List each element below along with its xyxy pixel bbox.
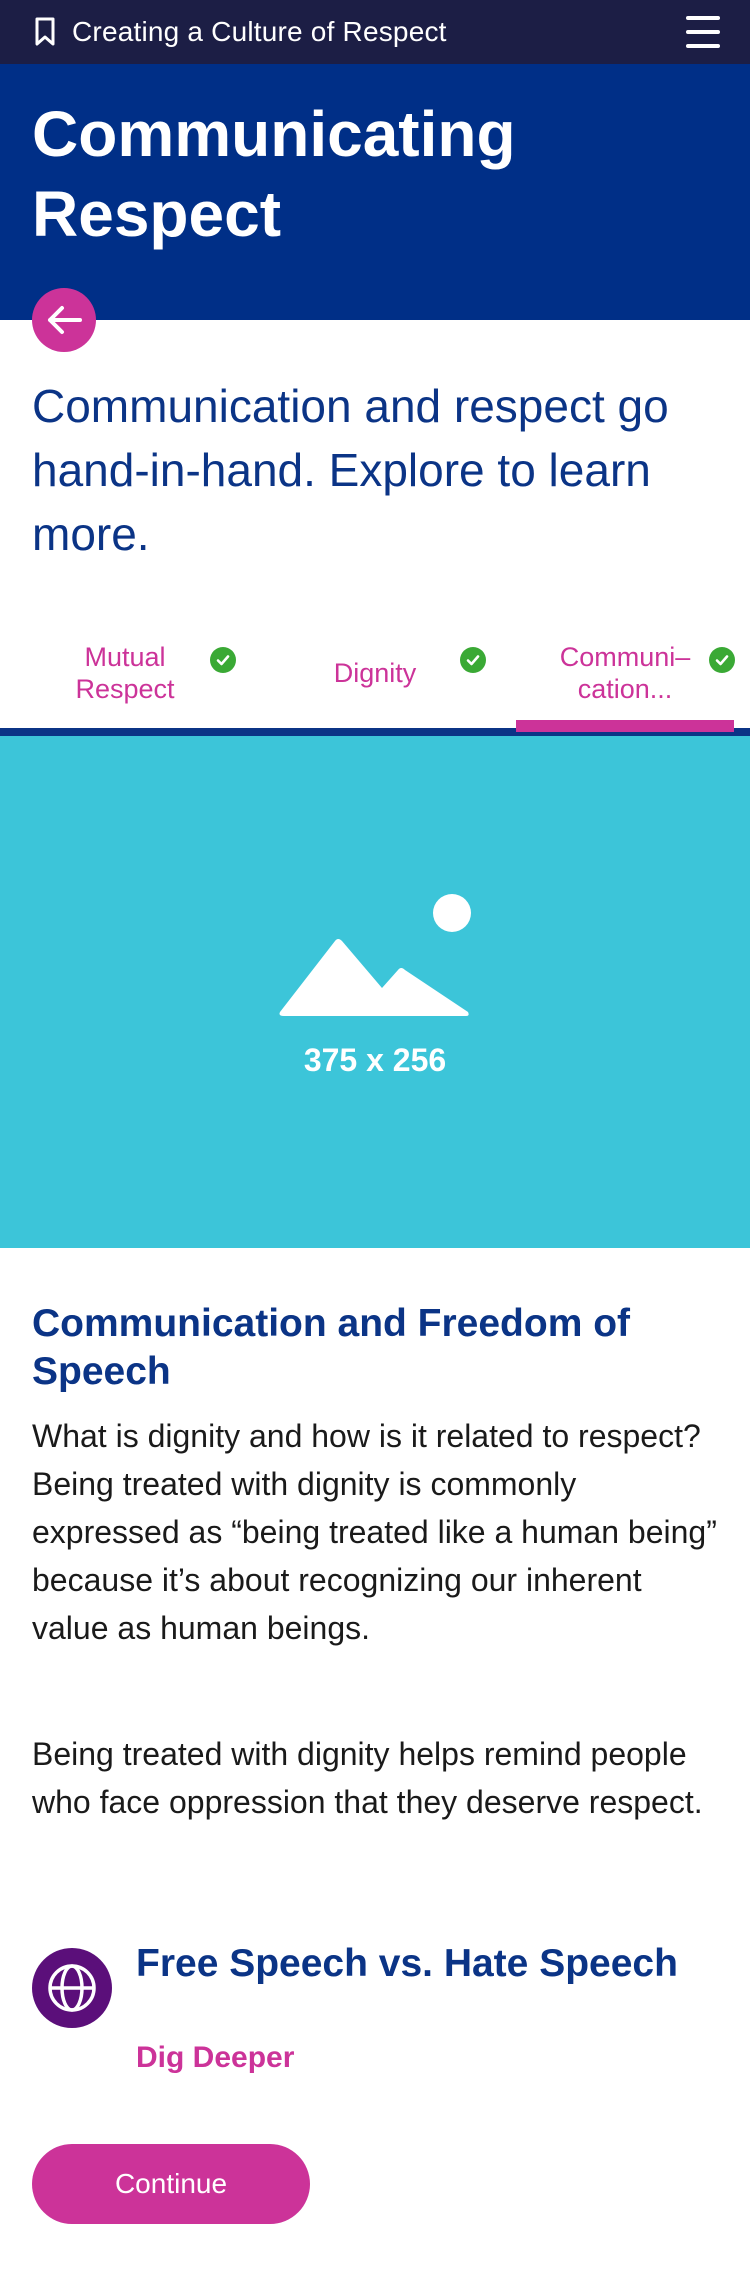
tab-dignity[interactable]: Dignity — [300, 610, 500, 736]
tab-label-line: Dignity — [333, 658, 417, 688]
media-placeholder: 375 x 256 — [0, 736, 750, 1248]
check-icon — [460, 647, 486, 673]
check-icon — [210, 647, 236, 673]
active-tab-indicator — [516, 720, 734, 732]
topic-tabs: Mutual Respect Dignity Communi– cation..… — [0, 610, 750, 736]
tab-label-line: cation... — [577, 674, 673, 704]
globe-icon — [32, 1948, 112, 2028]
dig-deeper-title: Free Speech vs. Hate Speech — [136, 1942, 678, 1985]
continue-button[interactable]: Continue — [32, 2144, 310, 2224]
app-title: Creating a Culture of Respect — [72, 16, 447, 47]
dig-deeper-label: Dig Deeper — [136, 2041, 295, 2074]
top-bar: Creating a Culture of Respect — [0, 0, 750, 64]
hero-banner: Communicating Respect — [0, 64, 750, 320]
tab-label-line: Respect — [75, 674, 175, 704]
tab-label-line: Mutual — [84, 642, 166, 672]
check-icon — [709, 647, 735, 673]
bookmark-icon[interactable] — [34, 17, 56, 47]
body-paragraph: What is dignity and how is it related to… — [32, 1418, 717, 1646]
menu-icon[interactable] — [686, 16, 720, 48]
section-title: Communication and Freedom of Speech — [32, 1302, 631, 1393]
intro-text: Communication and respect go hand-in-han… — [32, 380, 669, 560]
tab-communication[interactable]: Communi– cation... — [540, 610, 750, 736]
dig-deeper-link[interactable]: Free Speech vs. Hate Speech Dig Deeper — [32, 1940, 722, 2080]
placeholder-dimensions: 375 x 256 — [303, 1042, 447, 1078]
back-button[interactable] — [32, 288, 96, 352]
page-title: Communicating Respect — [32, 98, 516, 250]
body-paragraph: Being treated with dignity helps remind … — [32, 1736, 703, 1820]
tab-label-line: Communi– — [559, 642, 691, 672]
image-placeholder-icon — [279, 894, 471, 1016]
tab-mutual-respect[interactable]: Mutual Respect — [60, 610, 250, 736]
arrow-left-icon — [48, 306, 82, 334]
